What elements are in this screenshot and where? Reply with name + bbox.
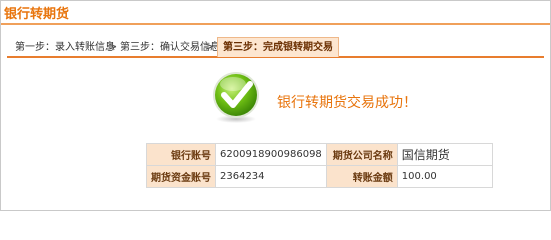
success-message: 银行转期货交易成功！: [277, 95, 417, 111]
step-separator-icon: >: [108, 40, 118, 53]
transfer-amount-value: 100.00: [396, 165, 493, 188]
success-check-icon: [209, 70, 263, 124]
table-row: 银行账号 6200918900986098 期货公司名称 国信期货: [146, 143, 493, 166]
step-separator-icon: >: [205, 40, 215, 53]
futures-account-value: 2364234: [215, 165, 327, 188]
page-frame: 银行转期货 第一步：录入转账信息 > 第三步：确认交易信息 > 第三步：完成银转…: [0, 0, 551, 211]
step-3-label-active: 第三步：完成银转期交易: [217, 37, 339, 57]
page-title: 银行转期货: [4, 7, 70, 22]
futures-company-label: 期货公司名称: [325, 143, 398, 166]
transfer-amount-label: 转账金额: [325, 165, 398, 188]
table-row: 期货资金账号 2364234 转账金额 100.00: [146, 165, 493, 188]
bank-account-value: 6200918900986098: [215, 143, 327, 166]
futures-account-label: 期货资金账号: [146, 165, 216, 188]
step-1-label: 第一步：录入转账信息: [15, 42, 115, 53]
bank-account-label: 银行账号: [146, 143, 216, 166]
title-divider: [1, 23, 550, 25]
transfer-info-table: 银行账号 6200918900986098 期货公司名称 国信期货 期货资金账号…: [146, 143, 493, 188]
futures-company-value: 国信期货: [396, 143, 493, 166]
step-progress: 第一步：录入转账信息 > 第三步：确认交易信息 > 第三步：完成银转期交易: [7, 37, 544, 58]
